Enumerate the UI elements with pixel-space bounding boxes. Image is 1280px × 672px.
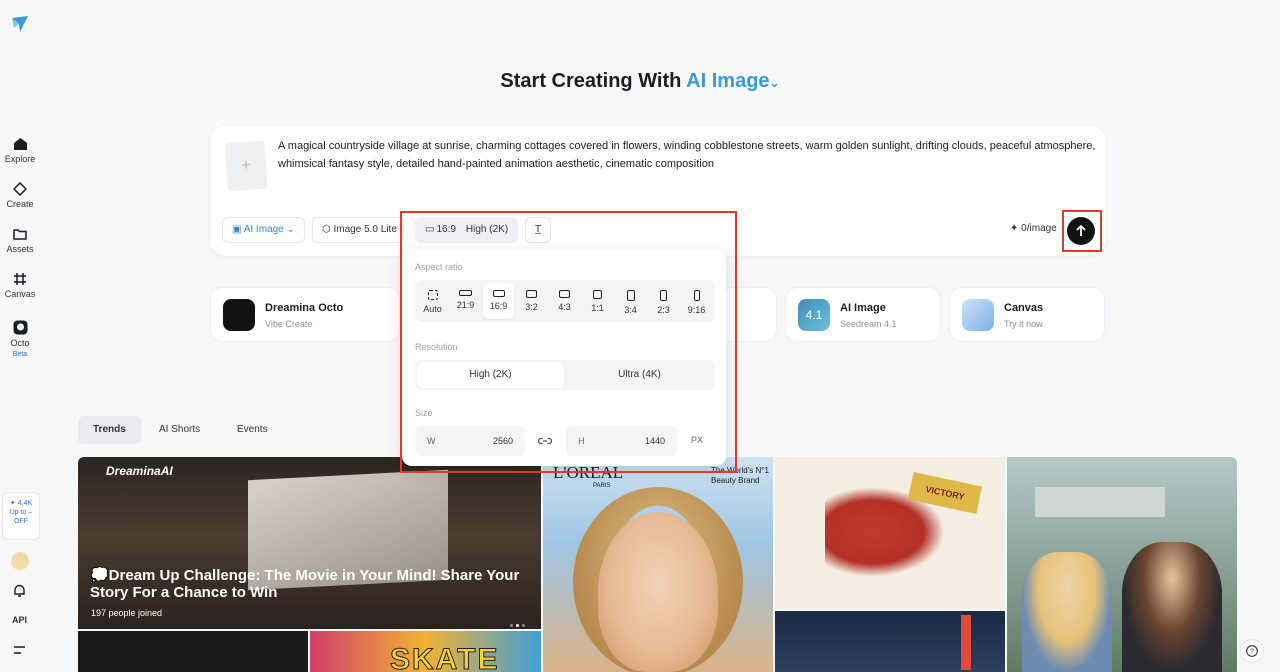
menu-icon[interactable] — [13, 645, 26, 655]
promo-line: Up to – — [9, 509, 33, 516]
seedream-icon: 4.1 — [798, 299, 830, 331]
canvas-icon — [14, 273, 26, 285]
chevron-down-icon: ⌄ — [286, 224, 295, 235]
quick-card-subtitle: Seedream 4.1 — [840, 319, 897, 329]
sidebar-item-octo[interactable]: Octo Beta — [0, 320, 40, 358]
tab-ai-shorts[interactable]: AI Shorts — [144, 416, 215, 444]
beta-badge: Beta — [12, 351, 28, 358]
participants-count: 197 people joined — [91, 608, 163, 618]
featured-challenge-card[interactable]: DreaminaAI 💭Dream Up Challenge: The Movi… — [78, 457, 541, 629]
help-button[interactable]: ? — [1240, 639, 1264, 663]
image-icon: ▣ — [232, 224, 242, 235]
gallery-image-skate[interactable]: SKATE — [310, 631, 541, 672]
ad-brand-sub: PARIS — [593, 483, 611, 489]
help-icon: ? — [1246, 645, 1258, 657]
promo-badge[interactable]: ✦ 4.4K Up to – OFF — [2, 492, 40, 540]
page-title: Start Creating With AI Image⌄ — [0, 70, 1280, 93]
home-icon — [13, 138, 27, 150]
seedream-icon-label: 4.1 — [805, 308, 823, 322]
quick-card-ai-image[interactable]: 4.1 AI Image Seedream 4.1 — [785, 287, 941, 342]
sidebar-item-label: Create — [6, 199, 34, 209]
quick-card-subtitle: Vibe Create — [265, 319, 313, 329]
promo-count: ✦ 4.4K — [9, 500, 33, 507]
quick-card-canvas[interactable]: Canvas Try it now — [949, 287, 1105, 342]
quick-card-title: Dreamina Octo — [265, 302, 344, 314]
gallery-image-city[interactable] — [775, 611, 1005, 672]
quick-card-dreamina-octo[interactable]: Dreamina Octo Vibe Create — [210, 287, 400, 342]
sparkle-icon: ✦ — [1010, 223, 1019, 234]
prompt-input[interactable]: A magical countryside village at sunrise… — [278, 137, 1098, 173]
mode-chip-label: AI Image — [243, 224, 284, 235]
ad-slogan-line: Beauty Brand — [711, 476, 760, 485]
octo-logo-icon — [223, 299, 255, 331]
popover-highlight-box — [400, 211, 737, 473]
model-chip-label: Image 5.0 Lite — [333, 224, 397, 235]
gallery-image-horse[interactable]: VICTORY — [775, 457, 1005, 609]
gallery-image-dark[interactable] — [78, 631, 308, 672]
promo-line: OFF — [14, 518, 28, 525]
quick-card-title: AI Image — [840, 302, 886, 314]
cube-icon: ⬡ — [322, 224, 331, 235]
dreamina-logo-icon[interactable] — [10, 14, 30, 34]
diamond-icon — [13, 182, 27, 196]
sidebar-item-label: Assets — [6, 244, 34, 254]
boy-figure — [1122, 542, 1222, 672]
folder-icon — [13, 229, 27, 240]
neon-sign — [961, 615, 971, 670]
send-highlight-box — [1062, 210, 1102, 252]
chevron-down-icon: ⌄ — [769, 76, 780, 90]
sidebar-item-label: Explore — [4, 154, 36, 164]
dreamina-watermark: DreaminaAI — [106, 464, 173, 478]
quick-card-subtitle: Try it now — [1004, 319, 1043, 329]
skate-graphic-text: SKATE — [389, 643, 500, 672]
sidebar-item-assets[interactable]: Assets — [0, 227, 40, 254]
plus-icon: + — [240, 156, 252, 175]
sidebar-item-explore[interactable]: Explore — [0, 137, 40, 164]
carousel-dots[interactable] — [510, 614, 528, 629]
sidebar: Explore Create Assets Canvas Octo Beta ✦… — [0, 0, 40, 672]
canvas-logo-icon — [962, 299, 994, 331]
avatar[interactable] — [11, 552, 29, 570]
tab-trends[interactable]: Trends — [78, 416, 141, 444]
octo-icon — [13, 320, 27, 335]
gazebo-roof — [1035, 487, 1165, 517]
mode-selector-label: AI Image — [686, 70, 770, 92]
girl-figure — [1022, 552, 1112, 672]
portrait-face — [598, 512, 718, 672]
svg-text:?: ? — [1250, 649, 1254, 656]
credits-label: 0/image — [1021, 223, 1057, 234]
sidebar-item-label: Octo — [10, 338, 30, 348]
mode-chip[interactable]: ▣ AI Image ⌄ — [222, 217, 305, 243]
model-chip[interactable]: ⬡ Image 5.0 Lite — [312, 217, 404, 243]
bell-icon[interactable] — [12, 583, 27, 598]
credits-indicator: ✦ 0/image — [1010, 223, 1057, 234]
sidebar-item-label: Canvas — [4, 289, 36, 299]
add-reference-button[interactable]: + — [224, 140, 268, 192]
gallery-image-portrait[interactable]: L'OREAL PARIS The World's N°1 Beauty Bran… — [543, 457, 773, 672]
sidebar-item-canvas[interactable]: Canvas — [0, 272, 40, 299]
sidebar-item-create[interactable]: Create — [0, 182, 40, 209]
challenge-title: 💭Dream Up Challenge: The Movie in Your M… — [90, 567, 520, 601]
quick-card-title: Canvas — [1004, 302, 1044, 314]
tab-events[interactable]: Events — [222, 416, 283, 444]
gallery-image-couple[interactable] — [1007, 457, 1237, 672]
title-prefix: Start Creating With — [500, 70, 682, 92]
api-link[interactable]: API — [12, 615, 27, 625]
mode-selector[interactable]: AI Image⌄ — [686, 70, 779, 92]
